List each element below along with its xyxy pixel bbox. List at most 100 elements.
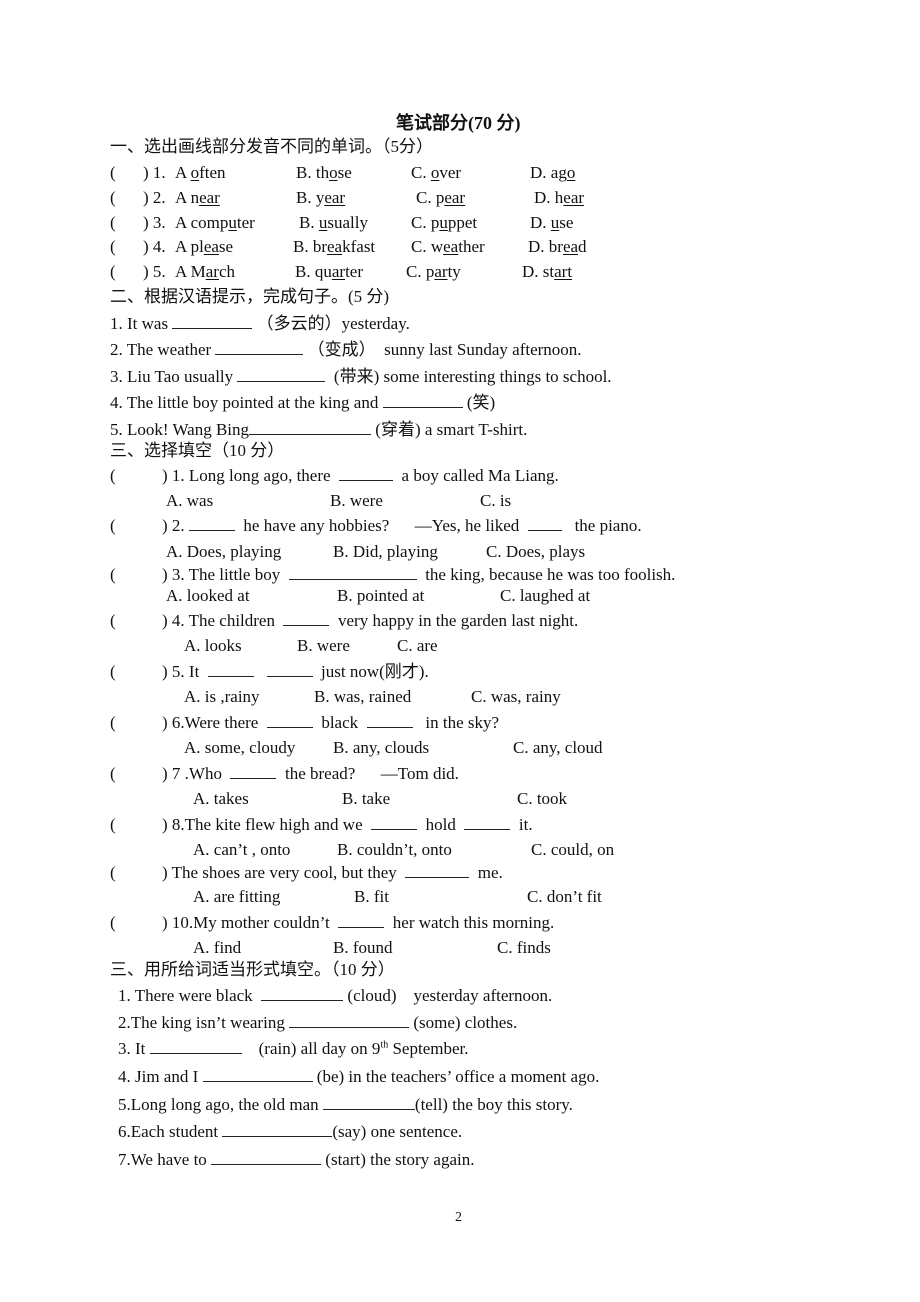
question-text: ) 8.The kite flew high and we hold it. (162, 815, 533, 834)
choice-option-a: A. looks (184, 636, 242, 655)
question-number: ) 4. (143, 237, 166, 256)
choice-option-a: A. looked at (166, 586, 250, 605)
fill-blank[interactable] (237, 367, 326, 382)
fill-blank[interactable] (215, 340, 304, 355)
answer-paren-open[interactable]: ( (110, 188, 116, 208)
choice-option-b: B. fit (354, 887, 389, 906)
answer-blank[interactable] (230, 764, 277, 779)
option-letter: D. (530, 213, 551, 232)
option-letter: D. (528, 237, 549, 256)
option-c: C. party (406, 262, 461, 281)
option-a: A please (175, 237, 234, 256)
sentence-item: 1. It was （多云的）yesterday. (110, 314, 410, 333)
answer-blank[interactable] (527, 516, 562, 531)
fill-blank[interactable] (382, 393, 463, 408)
fill-form-item: 4. Jim and I (be) in the teachers’ offic… (118, 1067, 600, 1086)
option-c: C. puppet (411, 213, 478, 232)
answer-paren-open[interactable]: ( (110, 565, 116, 585)
option-letter: C. (411, 237, 431, 256)
answer-blank[interactable] (188, 516, 235, 531)
option-b: B. breakfast (293, 237, 376, 256)
fill-blank[interactable] (202, 1067, 313, 1082)
question-text: ) 1. Long long ago, there a boy called M… (162, 466, 559, 485)
sentence-item: 3. Liu Tao usually (带来) some interesting… (110, 367, 612, 386)
answer-paren-open[interactable]: ( (110, 163, 116, 183)
section2-heading: 二、根据汉语提示，完成句子。(5 分) (110, 287, 390, 306)
choice-option-b: B. pointed at (337, 586, 425, 605)
question-text: ) 7 .Who the bread? —Tom did. (162, 764, 459, 783)
underlined-sound: ar (331, 262, 346, 281)
option-letter: C. (406, 262, 426, 281)
answer-paren-open[interactable]: ( (110, 516, 116, 536)
underlined-sound: o (566, 163, 576, 182)
option-letter: A (175, 188, 191, 207)
answer-blank[interactable] (338, 913, 385, 928)
answer-paren-open[interactable]: ( (110, 764, 116, 784)
answer-paren-open[interactable]: ( (110, 262, 116, 282)
choice-option-b: B. take (342, 789, 391, 808)
option-letter: D. (530, 163, 551, 182)
option-d: D. use (530, 213, 574, 232)
option-c: C. pear (416, 188, 466, 207)
answer-paren-open[interactable]: ( (110, 662, 116, 682)
option-b: B. year (296, 188, 346, 207)
fill-blank[interactable] (149, 1039, 242, 1054)
option-letter: C. (416, 188, 436, 207)
option-letter: B. (296, 188, 316, 207)
section3-heading: 三、选择填空（10 分） (110, 441, 285, 460)
choice-option-c: C. is (480, 491, 512, 510)
choice-option-c: C. Does, plays (486, 542, 586, 561)
choice-option-b: B. were (330, 491, 383, 510)
option-letter: B. (293, 237, 313, 256)
choice-option-c: C. don’t fit (527, 887, 602, 906)
answer-paren-open[interactable]: ( (110, 713, 116, 733)
fill-blank[interactable] (261, 986, 344, 1001)
answer-blank[interactable] (288, 565, 417, 580)
answer-paren-open[interactable]: ( (110, 237, 116, 257)
option-letter: D. (522, 262, 543, 281)
chinese-hint: (穿着) (371, 420, 421, 439)
sentence-item: 4. The little boy pointed at the king an… (110, 393, 496, 412)
fill-blank[interactable] (322, 1095, 415, 1110)
option-a: A computer (175, 213, 255, 232)
answer-blank[interactable] (339, 466, 394, 481)
answer-blank[interactable] (266, 662, 313, 677)
option-letter: A (175, 213, 191, 232)
underlined-sound: u (439, 213, 448, 232)
answer-paren-open[interactable]: ( (110, 913, 116, 933)
underlined-sound: ar (205, 262, 219, 281)
fill-blank[interactable] (211, 1150, 322, 1165)
option-b: B. quarter (295, 262, 363, 281)
sentence-item: 2. The weather （变成） sunny last Sunday af… (110, 340, 582, 359)
option-d: D. bread (528, 237, 587, 256)
underlined-sound: ear (444, 188, 466, 207)
underlined-sound: u (318, 213, 328, 232)
answer-blank[interactable] (266, 713, 313, 728)
fill-blank[interactable] (249, 420, 372, 435)
answer-blank[interactable] (283, 611, 330, 626)
answer-blank[interactable] (371, 815, 418, 830)
fill-blank[interactable] (172, 314, 253, 329)
answer-paren-open[interactable]: ( (110, 611, 116, 631)
fill-blank[interactable] (289, 1013, 410, 1028)
option-d: D. hear (534, 188, 585, 207)
answer-blank[interactable] (405, 863, 470, 878)
answer-paren-open[interactable]: ( (110, 213, 116, 233)
question-number: ) 2. (143, 188, 166, 207)
answer-paren-open[interactable]: ( (110, 815, 116, 835)
choice-option-b: B. any, clouds (333, 738, 430, 757)
choice-option-c: C. was, rainy (471, 687, 561, 706)
question-text: ) 3. The little boy the king, because he… (162, 565, 676, 584)
choice-option-b: B. Did, playing (333, 542, 438, 561)
answer-paren-open[interactable]: ( (110, 466, 116, 486)
fill-form-item: 1. There were black (cloud) yesterday af… (118, 986, 553, 1005)
choice-option-c: C. could, on (531, 840, 615, 859)
answer-blank[interactable] (207, 662, 254, 677)
answer-blank[interactable] (464, 815, 511, 830)
answer-paren-open[interactable]: ( (110, 863, 116, 883)
fill-blank[interactable] (222, 1122, 333, 1137)
chinese-hint: （多云的） (252, 314, 342, 333)
choice-option-c: C. took (517, 789, 568, 808)
answer-blank[interactable] (366, 713, 413, 728)
choice-option-c: C. are (397, 636, 438, 655)
